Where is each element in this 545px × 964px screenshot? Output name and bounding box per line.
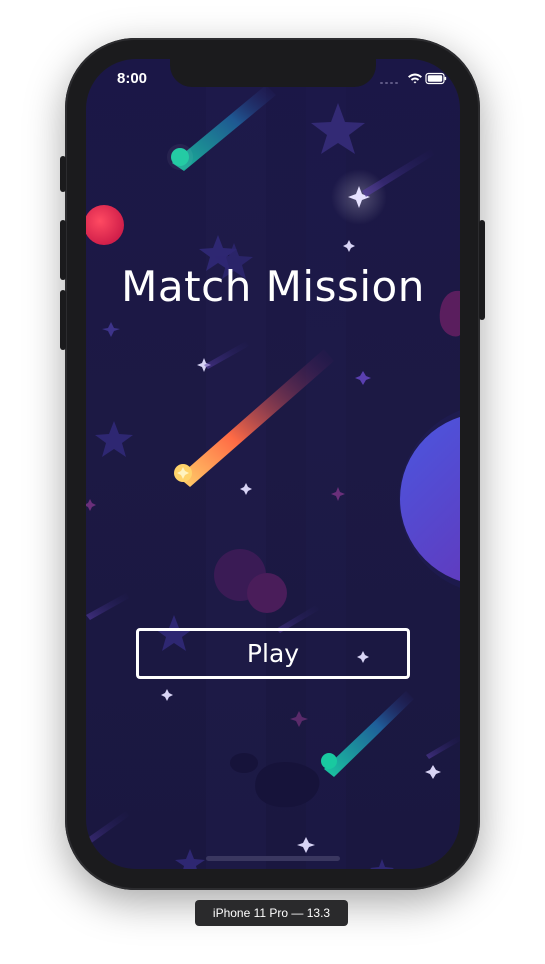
play-button-label: Play [246, 639, 300, 668]
battery-icon [425, 72, 447, 85]
wifi-icon [408, 73, 422, 84]
signal-icon [380, 82, 398, 84]
space-background [86, 59, 460, 869]
volume-down-button [60, 290, 66, 350]
play-button[interactable]: Play [136, 628, 410, 679]
game-screen [86, 59, 460, 869]
power-button [479, 220, 485, 320]
home-indicator[interactable] [206, 856, 340, 861]
volume-up-button [60, 220, 66, 280]
mute-switch [60, 156, 66, 192]
status-time: 8:00 [116, 70, 148, 87]
simulator-device-label: iPhone 11 Pro — 13.3 [195, 900, 348, 926]
device-notch [170, 59, 376, 87]
status-icons [377, 70, 447, 88]
game-title: Match Mission [121, 262, 425, 311]
